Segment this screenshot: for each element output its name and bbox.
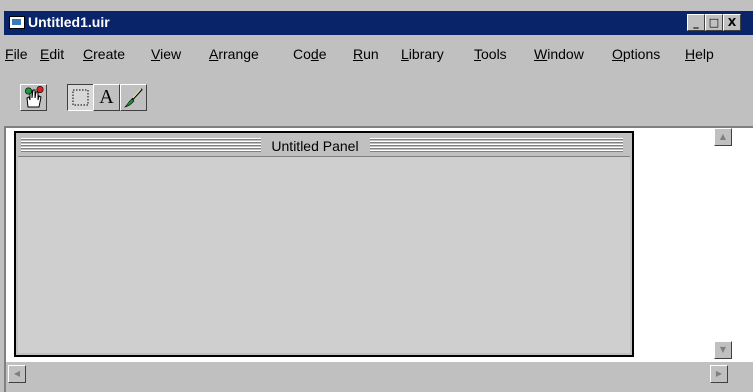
scroll-up-button[interactable]: ▲ — [714, 128, 732, 146]
color-brush-icon — [124, 88, 143, 108]
panel-title-stripes-right — [370, 138, 623, 153]
operate-tool-button[interactable] — [20, 84, 47, 111]
scroll-down-button[interactable]: ▼ — [714, 341, 732, 359]
color-tool-button[interactable] — [120, 84, 147, 111]
menu-help[interactable]: Help — [685, 46, 714, 62]
untitled-panel[interactable]: Untitled Panel — [14, 131, 634, 357]
editor-workspace[interactable]: Untitled Panel ▲ ▼ ◀ ▶ — [4, 126, 753, 392]
vertical-scrollbar[interactable]: ▲ ▼ — [714, 128, 732, 388]
panel-title: Untitled Panel — [265, 137, 365, 155]
menu-options[interactable]: Options — [612, 46, 660, 62]
scroll-right-button[interactable]: ▶ — [710, 365, 728, 383]
close-button[interactable]: X — [723, 14, 741, 31]
text-tool-button[interactable]: A — [93, 84, 120, 111]
app-window: Untitled1.uir _ □ X File Edit Create Vie… — [0, 0, 753, 392]
menu-code[interactable]: Code — [293, 46, 327, 62]
panel-title-stripes-left — [21, 138, 261, 153]
title-bar[interactable]: Untitled1.uir _ □ X — [4, 11, 753, 35]
app-icon[interactable] — [9, 16, 25, 29]
scroll-left-button[interactable]: ◀ — [8, 365, 26, 383]
menu-edit[interactable]: Edit — [40, 46, 64, 62]
window-title: Untitled1.uir — [28, 14, 110, 30]
menu-file[interactable]: File — [5, 46, 28, 62]
menu-run[interactable]: Run — [353, 46, 379, 62]
menu-bar: File Edit Create View Arrange Code Run L… — [4, 41, 753, 65]
menu-view[interactable]: View — [151, 46, 181, 62]
menu-library[interactable]: Library — [401, 46, 444, 62]
panel-canvas[interactable] — [18, 156, 630, 353]
text-tool-icon: A — [99, 86, 114, 108]
menu-tools[interactable]: Tools — [474, 46, 507, 62]
toolbar: A — [4, 73, 753, 125]
horizontal-scrollbar[interactable]: ◀ ▶ — [6, 362, 753, 392]
panel-title-bar[interactable]: Untitled Panel — [18, 135, 630, 156]
select-rectangle-icon — [72, 89, 89, 106]
minimize-button[interactable]: _ — [687, 14, 705, 31]
menu-arrange[interactable]: Arrange — [209, 46, 259, 62]
select-tool-button[interactable] — [67, 84, 94, 111]
menu-window[interactable]: Window — [534, 46, 584, 62]
maximize-button[interactable]: □ — [705, 14, 723, 31]
menu-create[interactable]: Create — [83, 46, 125, 62]
operate-hand-icon — [25, 85, 44, 108]
